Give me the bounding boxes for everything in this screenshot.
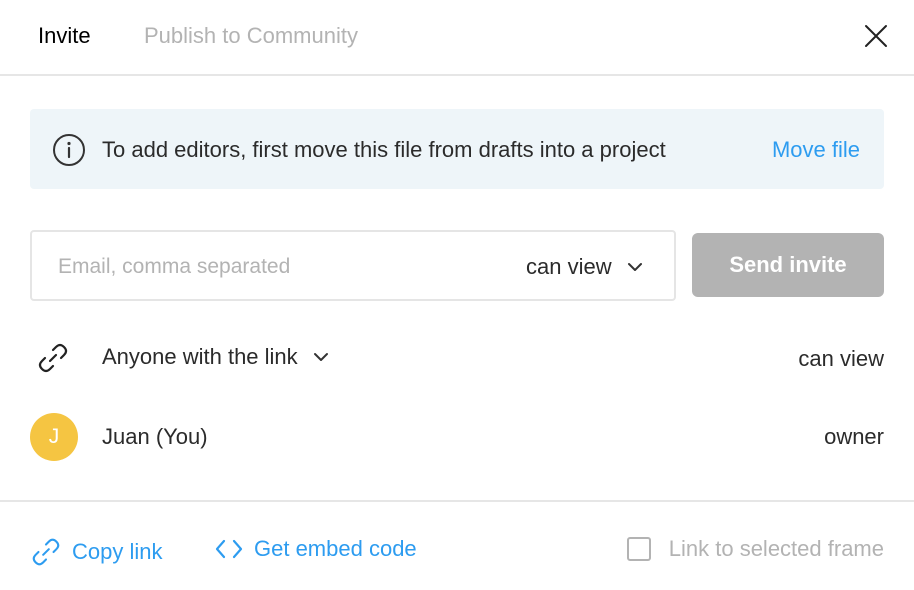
send-invite-button[interactable]: Send invite: [692, 233, 884, 297]
chevron-down-icon: [313, 353, 328, 361]
invite-permission-dropdown[interactable]: can view: [526, 252, 644, 282]
info-banner: To add editors, first move this file fro…: [30, 109, 884, 189]
member-name: Juan (You): [102, 424, 208, 449]
link-permission[interactable]: can view: [798, 346, 884, 372]
link-selected-frame-option: Link to selected frame: [626, 536, 884, 562]
link-access-row: Anyone with the link can view: [30, 335, 884, 381]
link-selected-frame-checkbox[interactable]: [626, 537, 651, 561]
copy-link-button[interactable]: Copy link: [30, 536, 162, 568]
chevron-down-icon: [627, 263, 642, 271]
dialog-footer: Copy link Get embed code Link to selecte…: [0, 500, 914, 590]
avatar: J: [30, 413, 78, 461]
invite-permission-label: can view: [526, 254, 612, 279]
link-access-label: Anyone with the link: [102, 344, 298, 369]
link-access-dropdown[interactable]: Anyone with the link: [102, 344, 330, 370]
embed-code-label: Get embed code: [254, 536, 417, 561]
share-dialog: Invite Publish to Community To add edito…: [0, 0, 914, 590]
link-selected-frame-label: Link to selected frame: [668, 536, 884, 561]
copy-link-label: Copy link: [72, 539, 163, 564]
tab-invite[interactable]: Invite: [38, 22, 91, 50]
banner-message: To add editors, first move this file fro…: [102, 137, 666, 162]
move-file-link[interactable]: Move file: [772, 136, 860, 164]
tab-publish-to-community[interactable]: Publish to Community: [144, 22, 358, 50]
member-row: J Juan (You) owner: [30, 412, 884, 462]
member-role: owner: [824, 424, 884, 449]
dialog-header: Invite Publish to Community: [0, 0, 914, 76]
close-button[interactable]: [860, 20, 892, 52]
close-icon: [865, 25, 887, 47]
invite-input-group: can view: [30, 230, 676, 301]
link-icon: [32, 538, 60, 566]
get-embed-code-button[interactable]: Get embed code: [214, 536, 417, 562]
code-icon: [215, 539, 243, 559]
info-icon: [53, 134, 85, 166]
email-input[interactable]: [58, 250, 498, 284]
link-icon: [38, 343, 68, 373]
